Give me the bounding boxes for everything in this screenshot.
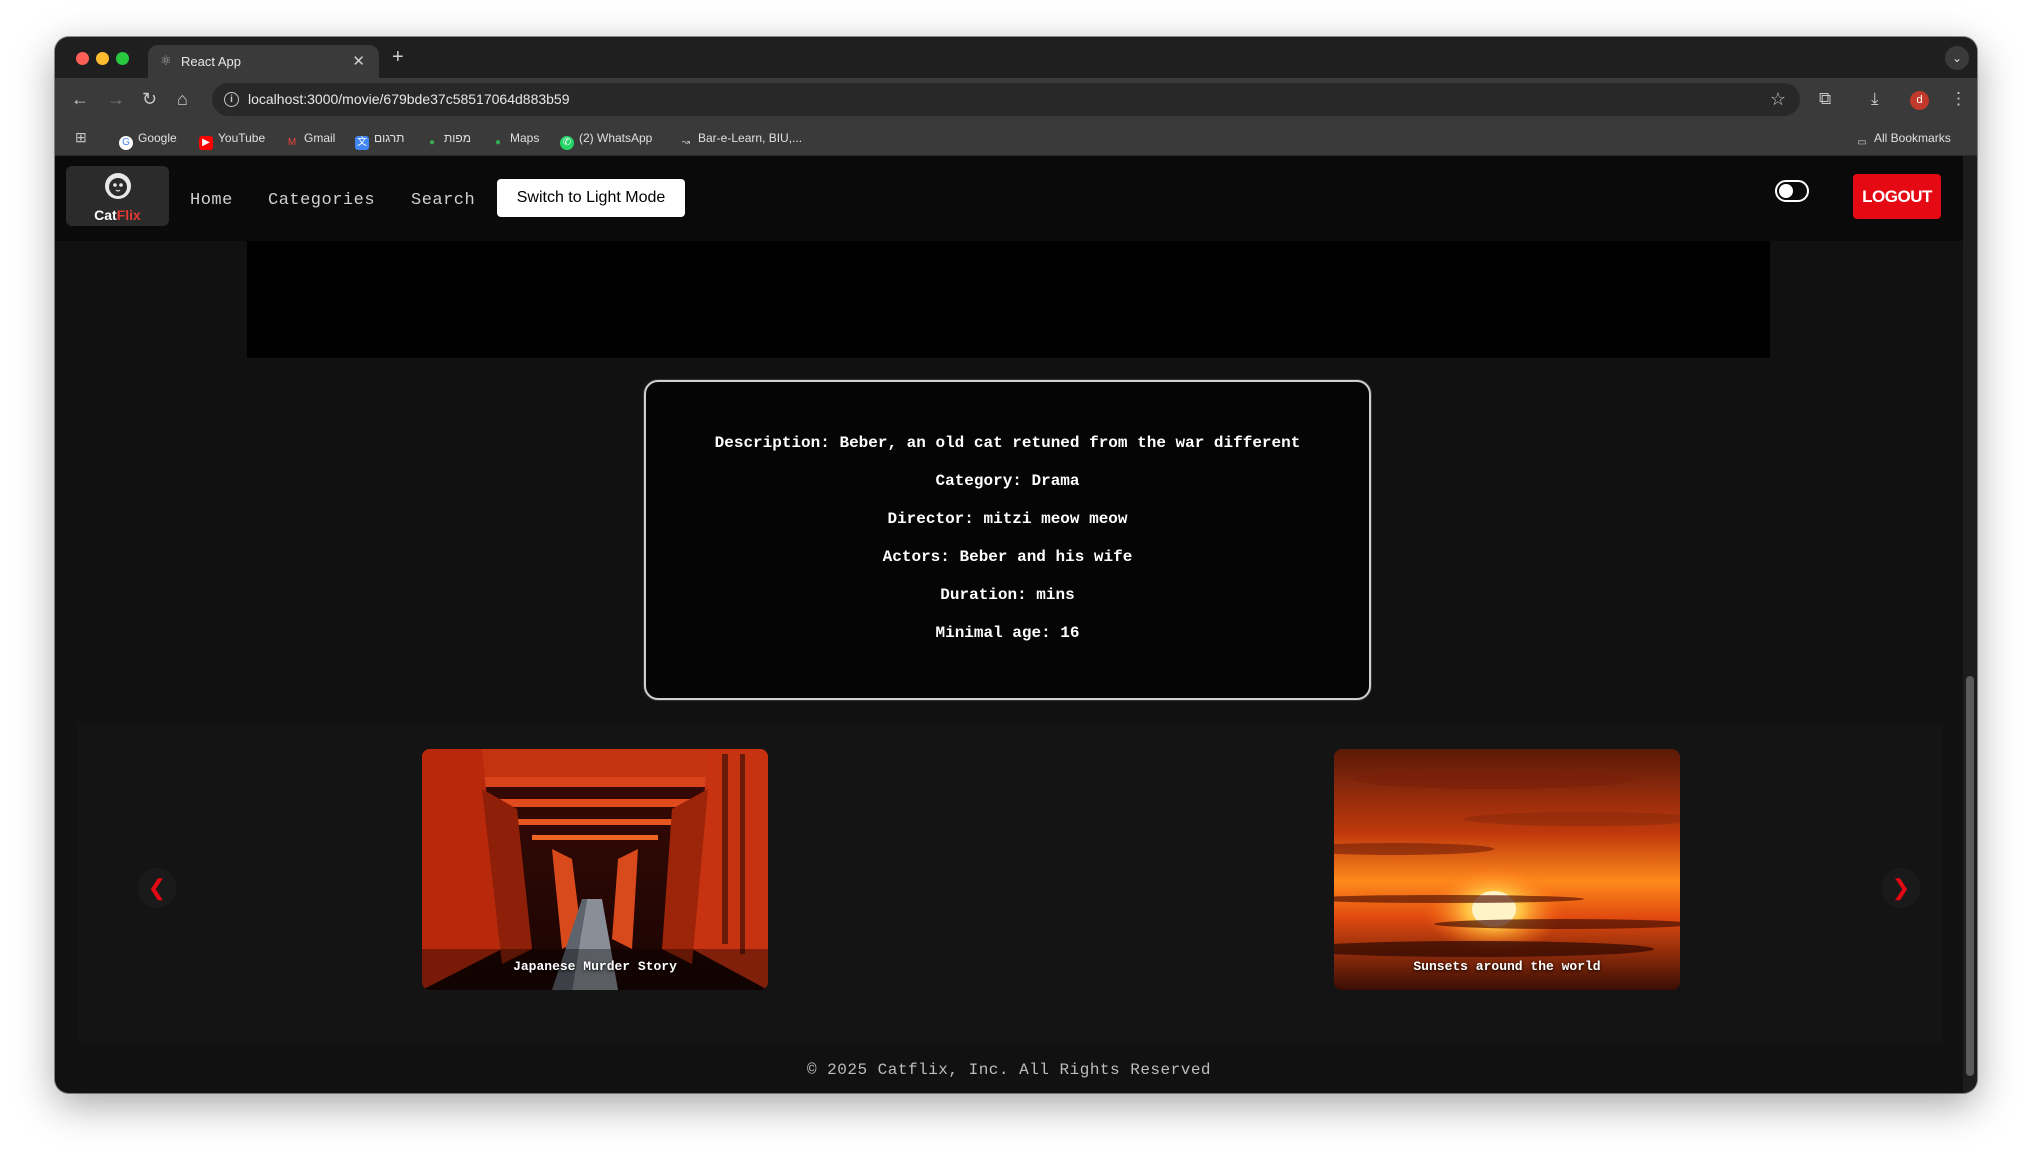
bookmark-whatsapp[interactable]: ✆ (2) WhatsApp: [560, 131, 652, 150]
download-icon[interactable]: ⤓: [1871, 89, 1879, 109]
toggle-knob: [1779, 184, 1793, 198]
page-viewport: CatFlix Home Categories Search Switch to…: [55, 156, 1977, 1093]
scroll-thumb[interactable]: [1966, 676, 1974, 1076]
gmail-icon: M: [285, 136, 299, 150]
url-text: localhost:3000/movie/679bde37c58517064d8…: [248, 91, 570, 107]
catflix-logo[interactable]: CatFlix: [66, 166, 169, 226]
browser-tab[interactable]: ⚛ React App ✕: [148, 45, 379, 78]
minimize-window-button[interactable]: [96, 52, 109, 65]
movie-details-card: Description: Beber, an old cat retuned f…: [644, 380, 1371, 700]
nav-search[interactable]: Search: [411, 191, 475, 210]
movie-card-japanese-murder-story[interactable]: Japanese Murder Story: [422, 749, 768, 990]
home-icon[interactable]: ⌂: [177, 89, 188, 109]
map-pin-icon: ●: [491, 136, 505, 150]
close-window-button[interactable]: [76, 52, 89, 65]
movie-description: Description: Beber, an old cat retuned f…: [714, 434, 1301, 452]
bookmark-google[interactable]: G Google: [119, 131, 177, 150]
nav-categories[interactable]: Categories: [268, 191, 375, 210]
bookmark-gmail[interactable]: M Gmail: [285, 131, 335, 150]
card-title: Sunsets around the world: [1413, 959, 1601, 974]
translate-icon: 文: [355, 136, 369, 150]
movie-card-sunsets-around-the-world[interactable]: Sunsets around the world: [1334, 749, 1680, 990]
browser-toolbar: ← → ↻ ⌂ i localhost:3000/movie/679bde37c…: [55, 78, 1977, 121]
nav-home[interactable]: Home: [190, 191, 233, 210]
browser-window: ⚛ React App ✕ + ⌄ ← → ↻ ⌂ i localhost:30…: [55, 37, 1977, 1093]
movie-actors: Actors: Beber and his wife: [882, 548, 1133, 566]
bookmark-maps-he[interactable]: ● מפות: [425, 131, 471, 150]
bookmark-youtube[interactable]: ▶ YouTube: [199, 131, 265, 150]
whatsapp-icon: ✆: [560, 136, 574, 150]
forward-icon[interactable]: →: [107, 89, 125, 109]
movie-minimal-age: Minimal age: 16: [935, 624, 1080, 642]
movie-director: Director: mitzi meow meow: [887, 510, 1128, 528]
bookmark-translate[interactable]: 文 תרגום: [355, 131, 404, 150]
extensions-icon[interactable]: ⧉: [1819, 89, 1831, 109]
tab-search-icon[interactable]: ⌄: [1945, 46, 1969, 70]
theme-toggle[interactable]: [1775, 180, 1809, 202]
map-pin-icon: ●: [425, 136, 439, 150]
cat-logo-icon: [105, 173, 131, 199]
bookmark-bar-elearn[interactable]: ↝ Bar-e-Learn, BIU,...: [679, 131, 802, 150]
movie-category: Category: Drama: [935, 472, 1080, 490]
recommendations-carousel: ❮ Japanese Murder Story Sunsets around t…: [77, 723, 1943, 1043]
profile-avatar[interactable]: d: [1910, 91, 1929, 110]
all-bookmarks[interactable]: ▭ All Bookmarks: [1855, 131, 1951, 150]
address-bar[interactable]: i localhost:3000/movie/679bde37c58517064…: [212, 83, 1800, 116]
new-tab-icon[interactable]: +: [392, 46, 404, 69]
sunset-image: [1334, 749, 1680, 990]
carousel-next-button[interactable]: ❯: [1881, 868, 1921, 908]
tab-title: React App: [181, 54, 241, 69]
switch-mode-button[interactable]: Switch to Light Mode: [497, 179, 685, 217]
close-tab-icon[interactable]: ✕: [352, 52, 365, 70]
bookmark-maps[interactable]: ● Maps: [491, 131, 539, 150]
bookmarks-bar: ⊞ G Google ▶ YouTube M Gmail 文 תרגום ● מפות ●…: [55, 121, 1977, 156]
logo-text: CatFlix: [94, 207, 141, 223]
page-footer: © 2025 Catflix, Inc. All Rights Reserved: [806, 1061, 1212, 1079]
logout-button[interactable]: LOGOUT: [1853, 174, 1941, 219]
tab-strip: ⚛ React App ✕ + ⌄: [55, 37, 1977, 78]
maximize-window-button[interactable]: [116, 52, 129, 65]
folder-icon: ▭: [1855, 136, 1869, 150]
bookmark-star-icon[interactable]: ☆: [1770, 89, 1786, 110]
youtube-icon: ▶: [199, 136, 213, 150]
back-icon[interactable]: ←: [71, 89, 89, 109]
movie-duration: Duration: mins: [940, 586, 1075, 604]
menu-icon[interactable]: ⋮: [1950, 89, 1967, 109]
elearn-icon: ↝: [679, 136, 693, 150]
google-icon: G: [119, 136, 133, 150]
card-title: Japanese Murder Story: [513, 959, 677, 974]
page-scrollbar[interactable]: [1963, 156, 1977, 1093]
apps-grid-icon[interactable]: ⊞: [75, 129, 87, 146]
video-player[interactable]: [247, 241, 1770, 358]
reload-icon[interactable]: ↻: [142, 89, 157, 109]
site-info-icon[interactable]: i: [224, 92, 239, 107]
react-icon: ⚛: [160, 53, 172, 68]
app-navbar: CatFlix Home Categories Search Switch to…: [55, 156, 1963, 241]
carousel-prev-button[interactable]: ❮: [137, 868, 177, 908]
torii-gates-image: [422, 749, 768, 990]
